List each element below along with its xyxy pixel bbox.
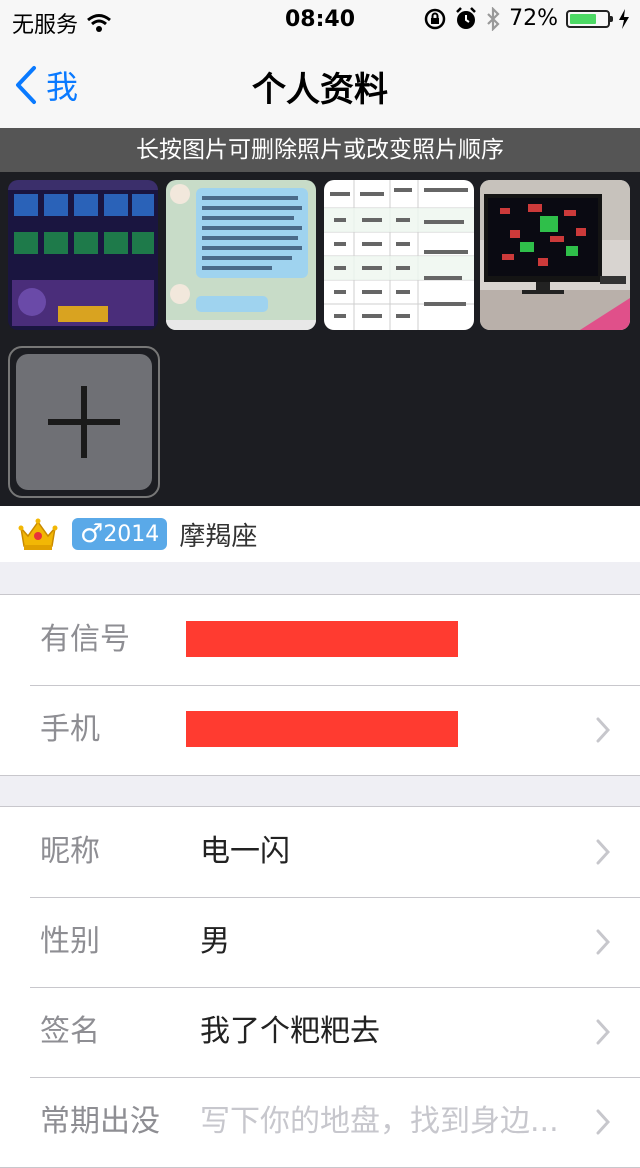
nickname-value: 电一闪	[200, 834, 290, 869]
photo-thumbnail-4[interactable]	[480, 180, 630, 330]
badge-year: 2014	[103, 521, 160, 547]
row-label: 常期出没	[40, 1104, 160, 1139]
constellation-label: 摩羯座	[179, 521, 258, 552]
page-title: 个人资料	[252, 70, 388, 110]
status-bar: 无服务 08:40 72%	[0, 0, 640, 40]
table-screenshot-thumbnail	[324, 180, 474, 330]
hangout-row[interactable]: 常期出没 写下你的地盘，找到身边...	[0, 1077, 640, 1167]
game-screenshot-thumbnail	[8, 180, 158, 330]
chevron-right-icon	[596, 717, 610, 743]
chat-screenshot-thumbnail	[166, 180, 316, 330]
profile-info-group: 昵称 电一闪 性别 男 签名 我了个粑粑去 常期出没 写下你的地盘，找到身边..…	[0, 806, 640, 1168]
profile-tags: ♂ 2014 摩羯座	[0, 506, 640, 562]
male-icon: ♂	[80, 519, 104, 549]
hangout-placeholder: 写下你的地盘，找到身边...	[200, 1104, 559, 1139]
row-label: 手机	[40, 712, 100, 747]
plus-icon	[48, 386, 120, 458]
signature-value: 我了个粑粑去	[200, 1014, 380, 1049]
signature-row[interactable]: 签名 我了个粑粑去	[0, 987, 640, 1077]
chevron-right-icon	[596, 929, 610, 955]
photo-thumbnail-3[interactable]	[324, 180, 474, 330]
navigation-bar: 我 个人资料	[0, 40, 640, 128]
gender-value: 男	[200, 924, 230, 959]
chevron-right-icon	[596, 1019, 610, 1045]
row-label: 昵称	[40, 834, 100, 869]
bluetooth-icon	[487, 6, 500, 31]
photo-section: 长按图片可删除照片或改变照片顺序	[0, 128, 640, 506]
charging-icon	[619, 8, 629, 29]
photo-hint: 长按图片可删除照片或改变照片顺序	[0, 128, 640, 172]
alarm-icon	[456, 6, 476, 29]
photo-thumbnail-1[interactable]	[8, 180, 158, 330]
row-label: 性别	[40, 924, 100, 959]
photo-thumbnail-2[interactable]	[166, 180, 316, 330]
row-label: 签名	[40, 1014, 100, 1049]
crown-icon	[18, 518, 58, 550]
rotation-lock-icon	[424, 8, 446, 29]
chevron-right-icon	[596, 839, 610, 865]
account-row: 有信号	[0, 595, 640, 685]
nickname-row[interactable]: 昵称 电一闪	[0, 807, 640, 897]
chevron-right-icon	[596, 1109, 610, 1135]
gender-age-badge: ♂ 2014	[72, 518, 168, 550]
gender-row[interactable]: 性别 男	[0, 897, 640, 987]
row-label: 有信号	[40, 622, 130, 657]
add-photo-button[interactable]	[8, 346, 160, 498]
phone-row[interactable]: 手机	[0, 685, 640, 775]
redacted-value	[186, 711, 458, 747]
redacted-value	[186, 621, 458, 657]
battery-percent: 72%	[509, 6, 558, 31]
account-info-group: 有信号 手机	[0, 594, 640, 776]
battery-icon	[566, 9, 613, 28]
monitor-photo-thumbnail	[480, 180, 630, 330]
